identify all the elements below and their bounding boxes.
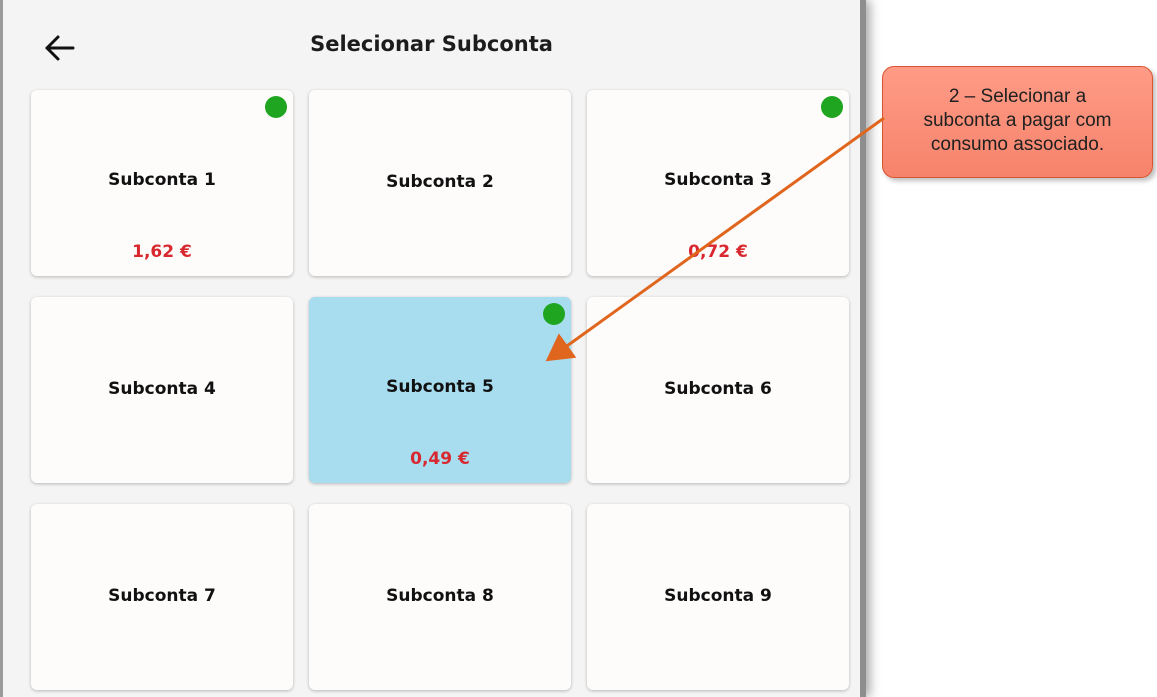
subaccount-card-9[interactable]: Subconta 9 <box>587 504 849 690</box>
subaccount-card-7[interactable]: Subconta 7 <box>31 504 293 690</box>
annotation-callout: 2 – Selecionar a subconta a pagar com co… <box>882 66 1153 178</box>
active-status-dot-icon <box>265 96 287 118</box>
subaccount-name: Subconta 3 <box>664 170 772 190</box>
subaccount-name: Subconta 6 <box>664 379 772 399</box>
subaccount-name: Subconta 9 <box>664 586 772 606</box>
active-status-dot-icon <box>543 303 565 325</box>
subaccount-card-4[interactable]: Subconta 4 <box>31 297 293 483</box>
subaccount-card-1[interactable]: Subconta 1 1,62 € <box>31 90 293 276</box>
subaccount-name: Subconta 2 <box>386 172 494 192</box>
subaccount-card-6[interactable]: Subconta 6 <box>587 297 849 483</box>
subaccount-card-2[interactable]: Subconta 2 <box>309 90 571 276</box>
subaccount-amount: 0,72 € <box>688 242 748 262</box>
subaccount-amount: 0,49 € <box>410 449 470 469</box>
top-bar: Selecionar Subconta <box>3 0 860 80</box>
subaccount-name: Subconta 8 <box>386 586 494 606</box>
subaccount-amount: 1,62 € <box>132 242 192 262</box>
subaccount-card-8[interactable]: Subconta 8 <box>309 504 571 690</box>
active-status-dot-icon <box>821 96 843 118</box>
subaccount-name: Subconta 5 <box>386 377 494 397</box>
subaccount-name: Subconta 4 <box>108 379 216 399</box>
subaccount-name: Subconta 1 <box>108 170 216 190</box>
app-screen: Selecionar Subconta Subconta 1 1,62 € Subc… <box>0 0 866 697</box>
annotation-line: 2 – Selecionar a <box>948 86 1087 107</box>
annotation-line: consumo associado. <box>930 134 1105 155</box>
subaccount-name: Subconta 7 <box>108 586 216 606</box>
subaccount-card-3[interactable]: Subconta 3 0,72 € <box>587 90 849 276</box>
subaccount-card-5[interactable]: Subconta 5 0,49 € <box>309 297 571 483</box>
page-title: Selecionar Subconta <box>310 32 553 56</box>
annotation-line: subconta a pagar com <box>923 110 1112 131</box>
